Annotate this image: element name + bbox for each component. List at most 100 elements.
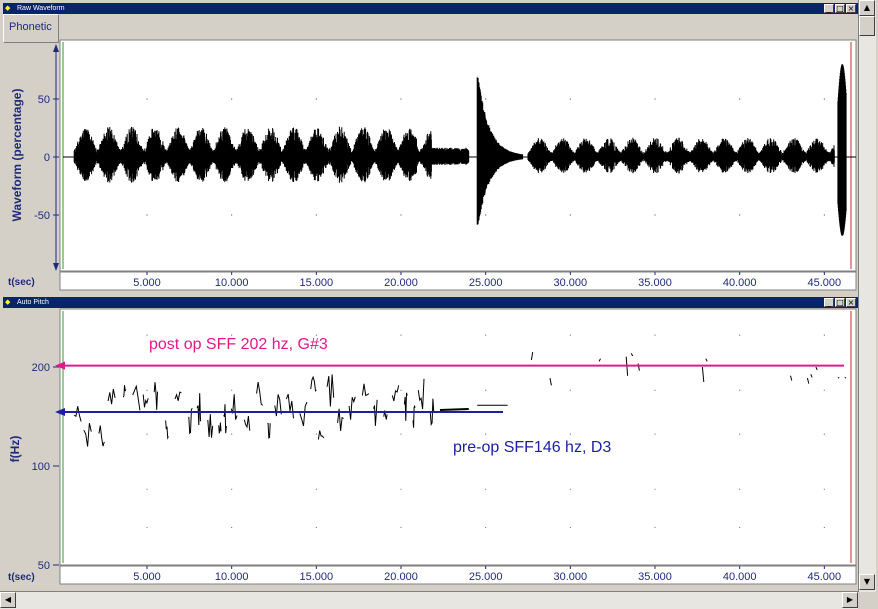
- waveform-x-tick-label: 15.000: [300, 277, 334, 289]
- grid-dot: [485, 334, 487, 336]
- y-axis-arrow-up-icon: [53, 44, 59, 52]
- grid-dot: [739, 488, 741, 490]
- waveform-x-tick-label: 25.000: [469, 277, 503, 289]
- grid-dot: [823, 526, 825, 529]
- waveform-y-tick-label: 50: [38, 94, 50, 106]
- scroll-thumb[interactable]: [859, 16, 875, 36]
- grid-dot: [654, 98, 656, 100]
- grid-dot: [739, 526, 741, 529]
- grid-dot: [569, 98, 571, 100]
- waveform-x-tick-label: 10.000: [215, 277, 249, 289]
- grid-dot: [315, 214, 317, 216]
- grid-dot: [231, 214, 233, 216]
- grid-dot: [823, 389, 825, 391]
- y-axis-arrow-down-icon: [53, 263, 59, 271]
- grid-dot: [654, 526, 656, 529]
- grid-dot: [231, 488, 233, 490]
- scroll-down-icon[interactable]: ▼: [859, 574, 875, 590]
- pitch-x-tick-label: 35.000: [638, 571, 672, 583]
- grid-dot: [739, 98, 741, 100]
- grid-dot: [400, 433, 402, 435]
- pitch-y-tick-label: 200: [32, 362, 50, 374]
- pitch-x-tick-label: 15.000: [300, 571, 334, 583]
- grid-dot: [823, 488, 825, 490]
- grid-dot: [146, 433, 148, 435]
- grid-dot: [400, 98, 402, 100]
- pitch-x-tick-label: 30.000: [554, 571, 588, 583]
- post-op-annotation: post op SFF 202 hz, G#3: [149, 336, 328, 353]
- grid-dot: [654, 488, 656, 490]
- waveform-plot[interactable]: 50 0 -50 5.000 10.000 15.000 20.000 25.000 30.00…: [3, 3, 858, 293]
- grid-dot: [569, 526, 571, 529]
- grid-dot: [315, 488, 317, 490]
- pitch-x-tick-label: 10.000: [215, 571, 249, 583]
- pitch-contour: [439, 408, 469, 412]
- grid-dot: [739, 389, 741, 391]
- pitch-x-tick-label: 25.000: [469, 571, 503, 583]
- pitch-y-tick-label: 100: [32, 461, 50, 473]
- grid-dot: [231, 389, 233, 391]
- grid-dot: [146, 488, 148, 490]
- waveform-trace-segment: [837, 64, 847, 236]
- grid-dot: [146, 526, 148, 529]
- grid-dot: [485, 433, 487, 435]
- grid-dot: [485, 526, 487, 529]
- vertical-scrollbar[interactable]: ▲ ▼: [858, 0, 876, 592]
- grid-dot: [654, 433, 656, 435]
- scroll-up-icon[interactable]: ▲: [859, 0, 875, 16]
- grid-dot: [569, 214, 571, 216]
- grid-dot: [823, 98, 825, 100]
- grid-dot: [739, 334, 741, 336]
- grid-dot: [485, 389, 487, 391]
- waveform-x-tick-label: 40.000: [723, 277, 757, 289]
- grid-dot: [231, 433, 233, 435]
- grid-dot: [654, 334, 656, 336]
- grid-dot: [569, 389, 571, 391]
- pitch-x-tick-label: 45.000: [808, 571, 842, 583]
- grid-dot: [400, 334, 402, 336]
- grid-dot: [315, 433, 317, 435]
- grid-dot: [823, 334, 825, 336]
- grid-dot: [400, 526, 402, 529]
- grid-dot: [739, 214, 741, 216]
- pitch-y-tick-label: 50: [38, 560, 50, 572]
- waveform-window: ◆ Raw Waveform _ □ × Phonetic Waveform (…: [3, 3, 858, 293]
- waveform-x-tick-label: 45.000: [808, 277, 842, 289]
- scroll-right-icon[interactable]: ▶: [842, 592, 858, 608]
- waveform-x-tick-label: 35.000: [638, 277, 672, 289]
- pitch-x-tick-label: 20.000: [384, 571, 418, 583]
- grid-dot: [823, 433, 825, 435]
- grid-dot: [823, 214, 825, 216]
- grid-dot: [485, 488, 487, 490]
- waveform-y-tick-label: -50: [34, 210, 50, 222]
- grid-dot: [485, 98, 487, 100]
- grid-dot: [485, 214, 487, 216]
- waveform-x-tick-label: 5.000: [133, 277, 161, 289]
- pitch-window: ◆ Auto Pitch _ □ × f(Hz) t(sec) 200 100 50…: [3, 297, 858, 590]
- grid-dot: [400, 389, 402, 391]
- pitch-contour: [844, 376, 847, 379]
- pitch-x-tick-label: 40.000: [723, 571, 757, 583]
- grid-dot: [315, 98, 317, 100]
- waveform-y-tick-label: 0: [44, 152, 50, 164]
- grid-dot: [569, 488, 571, 490]
- grid-dot: [654, 389, 656, 391]
- grid-dot: [400, 488, 402, 490]
- grid-dot: [146, 98, 148, 100]
- grid-dot: [146, 334, 148, 336]
- grid-dot: [569, 433, 571, 435]
- grid-dot: [569, 334, 571, 336]
- grid-dot: [315, 526, 317, 529]
- scroll-left-icon[interactable]: ◀: [0, 592, 16, 608]
- pre-op-annotation: pre-op SFF146 hz, D3: [453, 439, 611, 456]
- grid-dot: [739, 433, 741, 435]
- pitch-x-tick-label: 5.000: [133, 571, 161, 583]
- grid-dot: [654, 214, 656, 216]
- pitch-plot[interactable]: 200 100 50 5.000 10.000 15.000 20.000 25.000 30.…: [3, 297, 858, 590]
- horizontal-scrollbar[interactable]: ◀ ▶: [0, 591, 858, 609]
- pitch-contour: [837, 376, 840, 379]
- grid-dot: [231, 98, 233, 100]
- grid-dot: [146, 214, 148, 216]
- waveform-x-tick-label: 30.000: [554, 277, 588, 289]
- grid-dot: [146, 389, 148, 391]
